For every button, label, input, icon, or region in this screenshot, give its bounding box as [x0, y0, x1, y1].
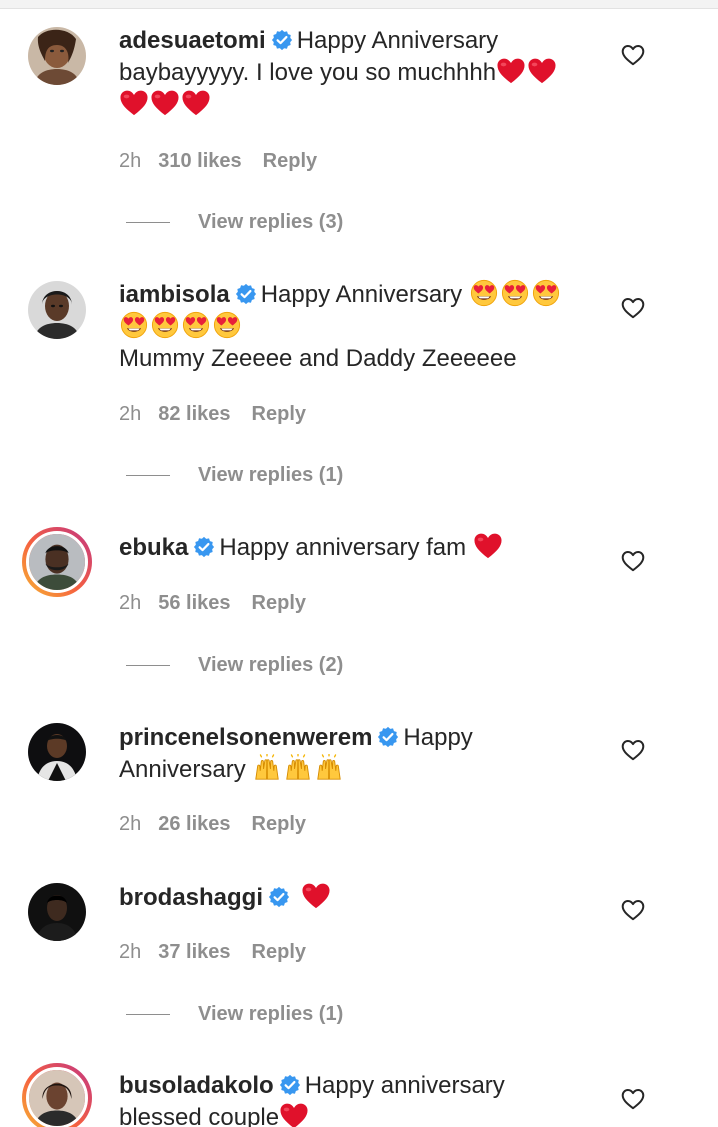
raised-hands-emoji — [252, 754, 282, 782]
like-heart-icon[interactable] — [621, 297, 645, 319]
red-heart-emoji — [119, 89, 149, 117]
view-replies-button[interactable]: View replies (3) — [126, 211, 343, 234]
reply-button[interactable]: Reply — [252, 941, 306, 963]
comment-text: iambisola Happy Anniversary Mummy Zeeeee … — [119, 279, 599, 375]
timestamp: 2h — [119, 403, 142, 425]
view-replies-button[interactable]: View replies (1) — [126, 464, 343, 487]
comment-body-line2: Anniversary — [119, 756, 246, 783]
verified-badge-icon — [268, 886, 290, 908]
comment-body: Happy anniversary fam — [219, 534, 467, 561]
reply-button[interactable]: Reply — [263, 150, 317, 172]
red-heart-emoji — [473, 532, 503, 560]
raised-hands-emoji — [314, 754, 344, 782]
view-replies-label[interactable]: View replies (3) — [198, 211, 343, 233]
comment-meta: 2h 82 likes Reply — [119, 403, 306, 426]
username[interactable]: princenelsonenwerem — [119, 724, 372, 751]
comment-body: Happy anniversary — [304, 1072, 505, 1099]
username[interactable]: iambisola — [119, 281, 230, 308]
avatar[interactable] — [28, 723, 86, 781]
red-heart-emoji — [181, 89, 211, 117]
heart-eyes-emoji — [150, 311, 180, 339]
view-replies-label[interactable]: View replies (2) — [198, 654, 343, 676]
view-replies-button[interactable]: View replies (2) — [126, 654, 343, 677]
avatar-story-ring[interactable] — [22, 527, 92, 597]
comment-text: princenelsonenwerem Happy Anniversary — [119, 722, 599, 786]
comment-text: busoladakolo Happy anniversary blessed cou… — [119, 1070, 599, 1127]
comment-body: Happy — [403, 724, 473, 751]
heart-eyes-emoji — [531, 279, 561, 307]
verified-badge-icon — [279, 1074, 301, 1096]
username[interactable]: busoladakolo — [119, 1072, 274, 1099]
view-replies-label[interactable]: View replies (1) — [198, 1003, 343, 1025]
red-heart-emoji — [301, 882, 331, 910]
replies-divider — [126, 475, 170, 477]
comment-body-line2: Mummy Zeeeee and Daddy Zeeeeee — [119, 345, 517, 372]
like-heart-icon[interactable] — [621, 739, 645, 761]
avatar[interactable] — [28, 281, 86, 339]
like-heart-icon[interactable] — [621, 44, 645, 66]
reply-button[interactable]: Reply — [252, 592, 306, 614]
like-heart-icon[interactable] — [621, 899, 645, 921]
verified-badge-icon — [235, 283, 257, 305]
heart-eyes-emoji — [469, 279, 499, 307]
comment-meta: 2h 56 likes Reply — [119, 592, 306, 615]
comment-meta: 2h 310 likes Reply — [119, 150, 317, 173]
red-heart-emoji — [527, 57, 557, 85]
comment-text: adesuaetomi Happy Anniversary baybayyyyy.… — [119, 25, 599, 121]
red-heart-emoji — [150, 89, 180, 117]
heart-eyes-emoji — [119, 311, 149, 339]
verified-badge-icon — [193, 536, 215, 558]
comment-meta: 2h 26 likes Reply — [119, 813, 306, 836]
raised-hands-emoji — [283, 754, 313, 782]
comment-text: brodashaggi — [119, 882, 599, 914]
timestamp: 2h — [119, 813, 142, 835]
username[interactable]: brodashaggi — [119, 884, 263, 911]
heart-eyes-emoji — [212, 311, 242, 339]
view-replies-button[interactable]: View replies (1) — [126, 1003, 343, 1026]
top-divider — [0, 0, 718, 9]
comment-body-line2: blessed couple — [119, 1104, 280, 1127]
verified-badge-icon — [377, 726, 399, 748]
avatar-story-ring[interactable] — [22, 1063, 92, 1127]
heart-eyes-emoji — [181, 311, 211, 339]
reply-button[interactable]: Reply — [252, 813, 306, 835]
timestamp: 2h — [119, 941, 142, 963]
likes-count[interactable]: 310 likes — [158, 150, 241, 172]
heart-eyes-emoji — [500, 279, 530, 307]
likes-count[interactable]: 82 likes — [158, 403, 230, 425]
avatar[interactable] — [28, 883, 86, 941]
timestamp: 2h — [119, 150, 142, 172]
comment-text: ebuka Happy anniversary fam — [119, 532, 599, 564]
view-replies-label[interactable]: View replies (1) — [198, 464, 343, 486]
like-heart-icon[interactable] — [621, 1088, 645, 1110]
replies-divider — [126, 1014, 170, 1016]
username[interactable]: adesuaetomi — [119, 27, 266, 54]
comment-body: Happy Anniversary — [260, 281, 463, 308]
comment-meta: 2h 37 likes Reply — [119, 941, 306, 964]
replies-divider — [126, 665, 170, 667]
verified-badge-icon — [271, 29, 293, 51]
like-heart-icon[interactable] — [621, 550, 645, 572]
reply-button[interactable]: Reply — [252, 403, 306, 425]
red-heart-emoji — [279, 1102, 309, 1127]
username[interactable]: ebuka — [119, 534, 188, 561]
timestamp: 2h — [119, 592, 142, 614]
likes-count[interactable]: 37 likes — [158, 941, 230, 963]
red-heart-emoji — [496, 57, 526, 85]
avatar[interactable] — [28, 27, 86, 85]
replies-divider — [126, 222, 170, 224]
likes-count[interactable]: 26 likes — [158, 813, 230, 835]
likes-count[interactable]: 56 likes — [158, 592, 230, 614]
